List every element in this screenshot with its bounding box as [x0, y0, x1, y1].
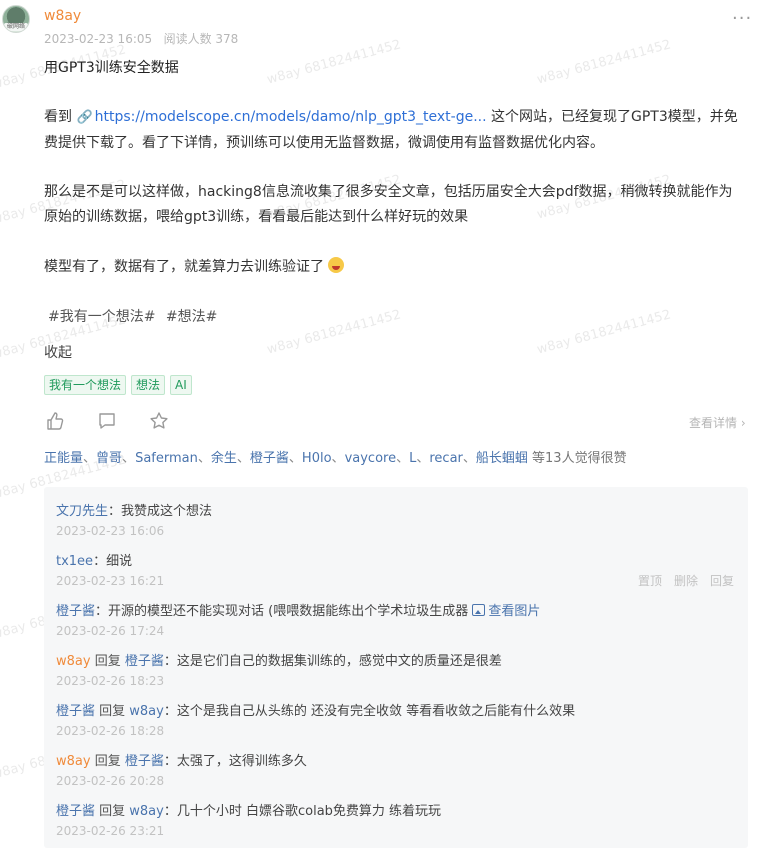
more-options-icon[interactable]: ···	[732, 8, 752, 29]
comment-item: 橙子酱：开源的模型还不能实现对话 (喂喂数据能练出个学术垃圾生成器 查看图片 2…	[56, 600, 746, 638]
watermark: w8ay 681824411452	[535, 37, 673, 88]
reply-word: 回复	[90, 654, 125, 669]
liker[interactable]: 余生	[211, 451, 237, 466]
comment-time: 2023-02-26 18:28	[56, 724, 165, 738]
liker-separator: 、	[396, 451, 410, 466]
comment-text: ：太强了，这得训练多久	[163, 754, 307, 769]
star-icon[interactable]	[148, 410, 170, 432]
pin-button[interactable]: 置顶	[638, 572, 662, 589]
comment-author[interactable]: tx1ee	[56, 554, 93, 569]
tag-chip[interactable]: 我有一个想法	[44, 375, 127, 395]
reply-target[interactable]: w8ay	[129, 704, 164, 719]
post-paragraph-1: 看到 🔗 https://modelscope.cn/models/damo/nl…	[44, 105, 746, 155]
comment-time: 2023-02-26 18:23	[56, 674, 165, 688]
reply-target[interactable]: w8ay	[129, 804, 164, 819]
comment-time: 2023-02-23 16:06	[56, 524, 165, 538]
view-detail-label: 查看详情	[689, 416, 738, 430]
post-author[interactable]: w8ay	[44, 8, 81, 24]
reply-word: 回复	[95, 704, 130, 719]
comment-author[interactable]: w8ay	[56, 754, 91, 769]
liker-separator: 、	[83, 451, 97, 466]
liker-separator: 、	[122, 451, 136, 466]
post-paragraph-2: 那么是不是可以这样做，hacking8信息流收集了很多安全文章，包括历届安全大会…	[44, 184, 733, 225]
liker-separator: 、	[197, 451, 211, 466]
post-title: 用GPT3训练安全数据	[44, 60, 179, 76]
comment-time: 2023-02-26 17:24	[56, 624, 165, 638]
comment-time: 2023-02-26 23:21	[56, 824, 165, 838]
comment-item: w8ay 回复 橙子酱：太强了，这得训练多久 2023-02-26 20:28	[56, 750, 746, 788]
comment-ops: 置顶 删除 回复	[638, 572, 734, 589]
image-icon	[472, 604, 486, 616]
comment-author[interactable]: 橙子酱	[56, 804, 95, 819]
model-link[interactable]: 🔗 https://modelscope.cn/models/damo/nlp_g…	[76, 109, 486, 125]
comment-text: ：开源的模型还不能实现对话 (喂喂数据能练出个学术垃圾生成器	[95, 604, 473, 619]
post-views: 阅读人数 378	[163, 32, 239, 46]
tag-chip[interactable]: 想法	[131, 375, 166, 395]
liker[interactable]: H0lo	[302, 451, 332, 466]
watermark: w8ay 681824411452	[535, 307, 673, 358]
comment-item: tx1ee：细说 2023-02-23 16:21 置顶 删除 回复	[56, 550, 746, 588]
comment-item: 橙子酱 回复 w8ay：这个是我自己从头练的 还没有完全收敛 等看看收敛之后能有…	[56, 700, 746, 738]
like-icon[interactable]	[44, 410, 66, 432]
post-date: 2023-02-23 16:05	[44, 32, 153, 46]
liker[interactable]: Saferman	[135, 451, 198, 466]
model-link-text: https://modelscope.cn/models/damo/nlp_gp…	[94, 109, 487, 125]
comment-text: ：细说	[93, 554, 133, 569]
liker[interactable]: 橙子酱	[250, 451, 289, 466]
likers-list: 正能量、曾哥、Saferman、余生、橙子酱、H0lo、vaycore、L、re…	[44, 447, 754, 466]
liker[interactable]: 正能量	[44, 451, 83, 466]
comment-author[interactable]: 橙子酱	[56, 704, 95, 719]
post-meta: 2023-02-23 16:05 阅读人数 378	[44, 30, 238, 47]
comment-list: 文刀先生：我赞成这个想法 2023-02-23 16:06 tx1ee：细说 2…	[44, 487, 748, 848]
reply-word: 回复	[90, 754, 125, 769]
view-image-label: 查看图片	[488, 604, 541, 619]
reply-button[interactable]: 回复	[710, 572, 734, 589]
liker-separator: 、	[236, 451, 250, 466]
watermark: w8ay 681824411452	[265, 37, 403, 88]
hashtags: #我有一个想法# #想法#	[48, 306, 223, 326]
comment-text: ：这个是我自己从头练的 还没有完全收敛 等看看收敛之后能有什么效果	[163, 704, 576, 719]
comment-item: 橙子酱 回复 w8ay：几十个小时 白嫖谷歌colab免费算力 练着玩玩 202…	[56, 800, 746, 838]
p3-text: 模型有了，数据有了，就差算力去训练验证了	[44, 259, 329, 275]
chevron-right-icon: ›	[737, 416, 746, 430]
avatar-label: 破网络	[4, 23, 28, 31]
liker[interactable]: recar	[429, 451, 463, 466]
comment-text: ：我赞成这个想法	[108, 504, 213, 519]
liker-separator: 、	[416, 451, 430, 466]
comment-time: 2023-02-26 20:28	[56, 774, 165, 788]
hashtag[interactable]: #我有一个想法#	[48, 309, 155, 325]
likers-count: 等13人觉得很赞	[527, 451, 627, 466]
post-paragraph-3: 模型有了，数据有了，就差算力去训练验证了	[44, 255, 746, 280]
comment-text: ：几十个小时 白嫖谷歌colab免费算力 练着玩玩	[163, 804, 442, 819]
view-image-link[interactable]: 查看图片	[472, 604, 540, 619]
p1-prefix: 看到	[44, 109, 77, 125]
tag-list: 我有一个想法 想法 AI	[44, 375, 192, 395]
reply-target[interactable]: 橙子酱	[125, 754, 164, 769]
liker[interactable]: vaycore	[345, 451, 397, 466]
comment-author[interactable]: w8ay	[56, 654, 91, 669]
comment-item: 文刀先生：我赞成这个想法 2023-02-23 16:06	[56, 500, 746, 538]
view-detail-link[interactable]: 查看详情 ›	[689, 414, 746, 431]
comment-author[interactable]: 文刀先生	[56, 504, 108, 519]
link-icon: 🔗	[76, 110, 93, 125]
tag-chip[interactable]: AI	[170, 375, 192, 395]
comment-icon[interactable]	[96, 410, 118, 432]
liker-separator: 、	[288, 451, 302, 466]
hashtag[interactable]: #想法#	[166, 309, 217, 325]
reply-word: 回复	[95, 804, 130, 819]
comment-item: w8ay 回复 橙子酱：这是它们自己的数据集训练的，感觉中文的质量还是很差 20…	[56, 650, 746, 688]
liker-separator: 、	[462, 451, 476, 466]
reply-target[interactable]: 橙子酱	[125, 654, 164, 669]
laugh-emoji-icon	[328, 257, 345, 273]
collapse-button[interactable]: 收起	[44, 342, 72, 362]
liker[interactable]: 船长蝈蝈	[476, 451, 528, 466]
comment-author[interactable]: 橙子酱	[56, 604, 95, 619]
comment-text: ：这是它们自己的数据集训练的，感觉中文的质量还是很差	[163, 654, 502, 669]
liker[interactable]: 曾哥	[96, 451, 122, 466]
delete-button[interactable]: 删除	[674, 572, 698, 589]
watermark: w8ay 681824411452	[265, 307, 403, 358]
post-actions	[44, 410, 170, 432]
avatar[interactable]: 破网络	[2, 5, 30, 33]
liker-separator: 、	[331, 451, 345, 466]
